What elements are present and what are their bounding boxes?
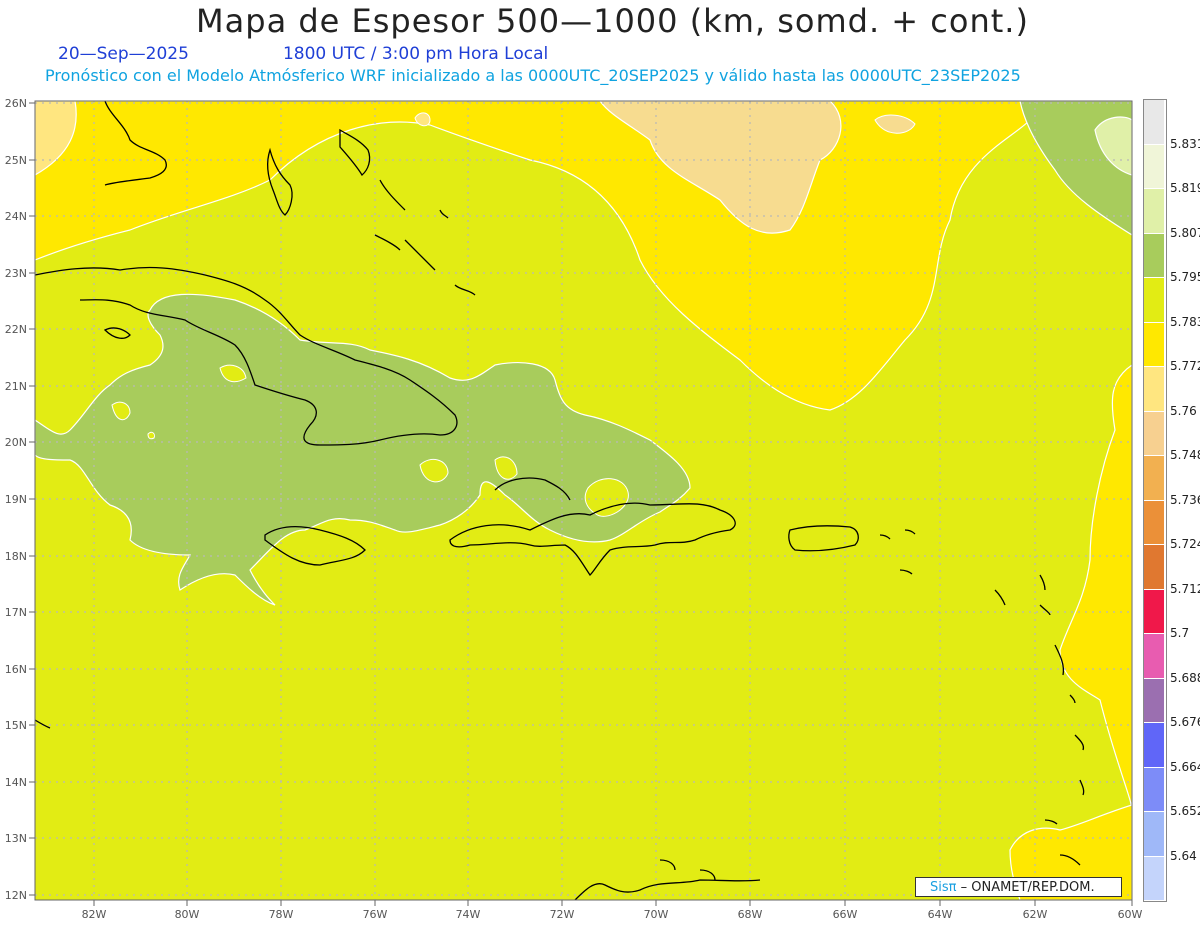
lon-label: 74W (456, 908, 481, 921)
lon-labels: 82W 80W 78W 76W 74W 72W 70W 68W 66W 64W … (82, 908, 1143, 921)
lon-label: 64W (928, 908, 953, 921)
legend-label: 5.76 (1170, 404, 1197, 418)
thickness-map: 26N 25N 24N 23N 22N 21N 20N 19N 18N 17N … (5, 97, 1143, 921)
legend-label: 5.772 (1170, 359, 1200, 373)
legend-label: 5.652 (1170, 804, 1200, 818)
lat-label: 12N (5, 889, 27, 902)
legend-label: 5.688 (1170, 671, 1200, 685)
lat-labels: 26N 25N 24N 23N 22N 21N 20N 19N 18N 17N … (5, 97, 27, 902)
hole-6 (147, 431, 155, 440)
lon-label: 62W (1023, 908, 1048, 921)
sispi-brand: Sisπ (930, 880, 957, 895)
legend-swatch (1144, 545, 1164, 590)
legend-swatch (1144, 144, 1164, 189)
legend-swatch (1144, 367, 1164, 412)
legend-label: 5.736 (1170, 493, 1200, 507)
lat-label: 25N (5, 154, 27, 167)
lon-label: 68W (738, 908, 763, 921)
lat-label: 16N (5, 663, 27, 676)
legend-label: 5.724 (1170, 537, 1200, 551)
legend-swatch (1144, 812, 1164, 857)
lat-label: 24N (5, 210, 27, 223)
lat-label: 13N (5, 832, 27, 845)
legend-label: 5.795 (1170, 270, 1200, 284)
lat-label: 26N (5, 97, 27, 110)
legend-swatch (1144, 233, 1164, 278)
legend-label: 5.783 (1170, 315, 1200, 329)
legend-label: 5.712 (1170, 582, 1200, 596)
legend-label: 5.819 (1170, 181, 1200, 195)
lat-label: 15N (5, 719, 27, 732)
legend-label: 5.807 (1170, 226, 1200, 240)
legend-swatch (1144, 856, 1164, 901)
credit-text: – ONAMET/REP.DOM. (956, 880, 1095, 895)
lat-label: 23N (5, 267, 27, 280)
legend-swatch (1144, 411, 1164, 456)
legend-swatch (1144, 723, 1164, 768)
lat-label: 14N (5, 776, 27, 789)
map-area: 26N 25N 24N 23N 22N 21N 20N 19N 18N 17N … (0, 0, 1200, 931)
legend-label: 5.748 (1170, 448, 1200, 462)
lat-label: 20N (5, 436, 27, 449)
lat-label: 18N (5, 550, 27, 563)
lon-label: 72W (550, 908, 575, 921)
legend-label: 5.7 (1170, 626, 1190, 640)
legend-swatch (1144, 634, 1164, 679)
legend-swatch (1144, 100, 1164, 145)
lon-label: 80W (175, 908, 200, 921)
lat-label: 21N (5, 380, 27, 393)
lat-label: 19N (5, 493, 27, 506)
legend-label: 5.664 (1170, 760, 1200, 774)
lon-label: 78W (269, 908, 294, 921)
lat-label: 22N (5, 323, 27, 336)
color-legend (1143, 99, 1167, 902)
legend-swatch (1144, 189, 1164, 234)
legend-swatch (1144, 589, 1164, 634)
lat-label: 17N (5, 606, 27, 619)
legend-swatch (1144, 278, 1164, 323)
legend-swatch (1144, 678, 1164, 723)
lon-label: 60W (1118, 908, 1143, 921)
legend-swatch (1144, 767, 1164, 812)
lon-label: 66W (833, 908, 858, 921)
legend-swatch (1144, 500, 1164, 545)
credit-box: Sisπ – ONAMET/REP.DOM. (915, 877, 1122, 897)
legend-label: 5.64 (1170, 849, 1197, 863)
lon-label: 70W (644, 908, 669, 921)
lon-label: 76W (363, 908, 388, 921)
legend-label: 5.676 (1170, 715, 1200, 729)
legend-swatch (1144, 456, 1164, 501)
legend-swatch (1144, 322, 1164, 367)
lon-label: 82W (82, 908, 107, 921)
legend-label: 5.831 (1170, 137, 1200, 151)
